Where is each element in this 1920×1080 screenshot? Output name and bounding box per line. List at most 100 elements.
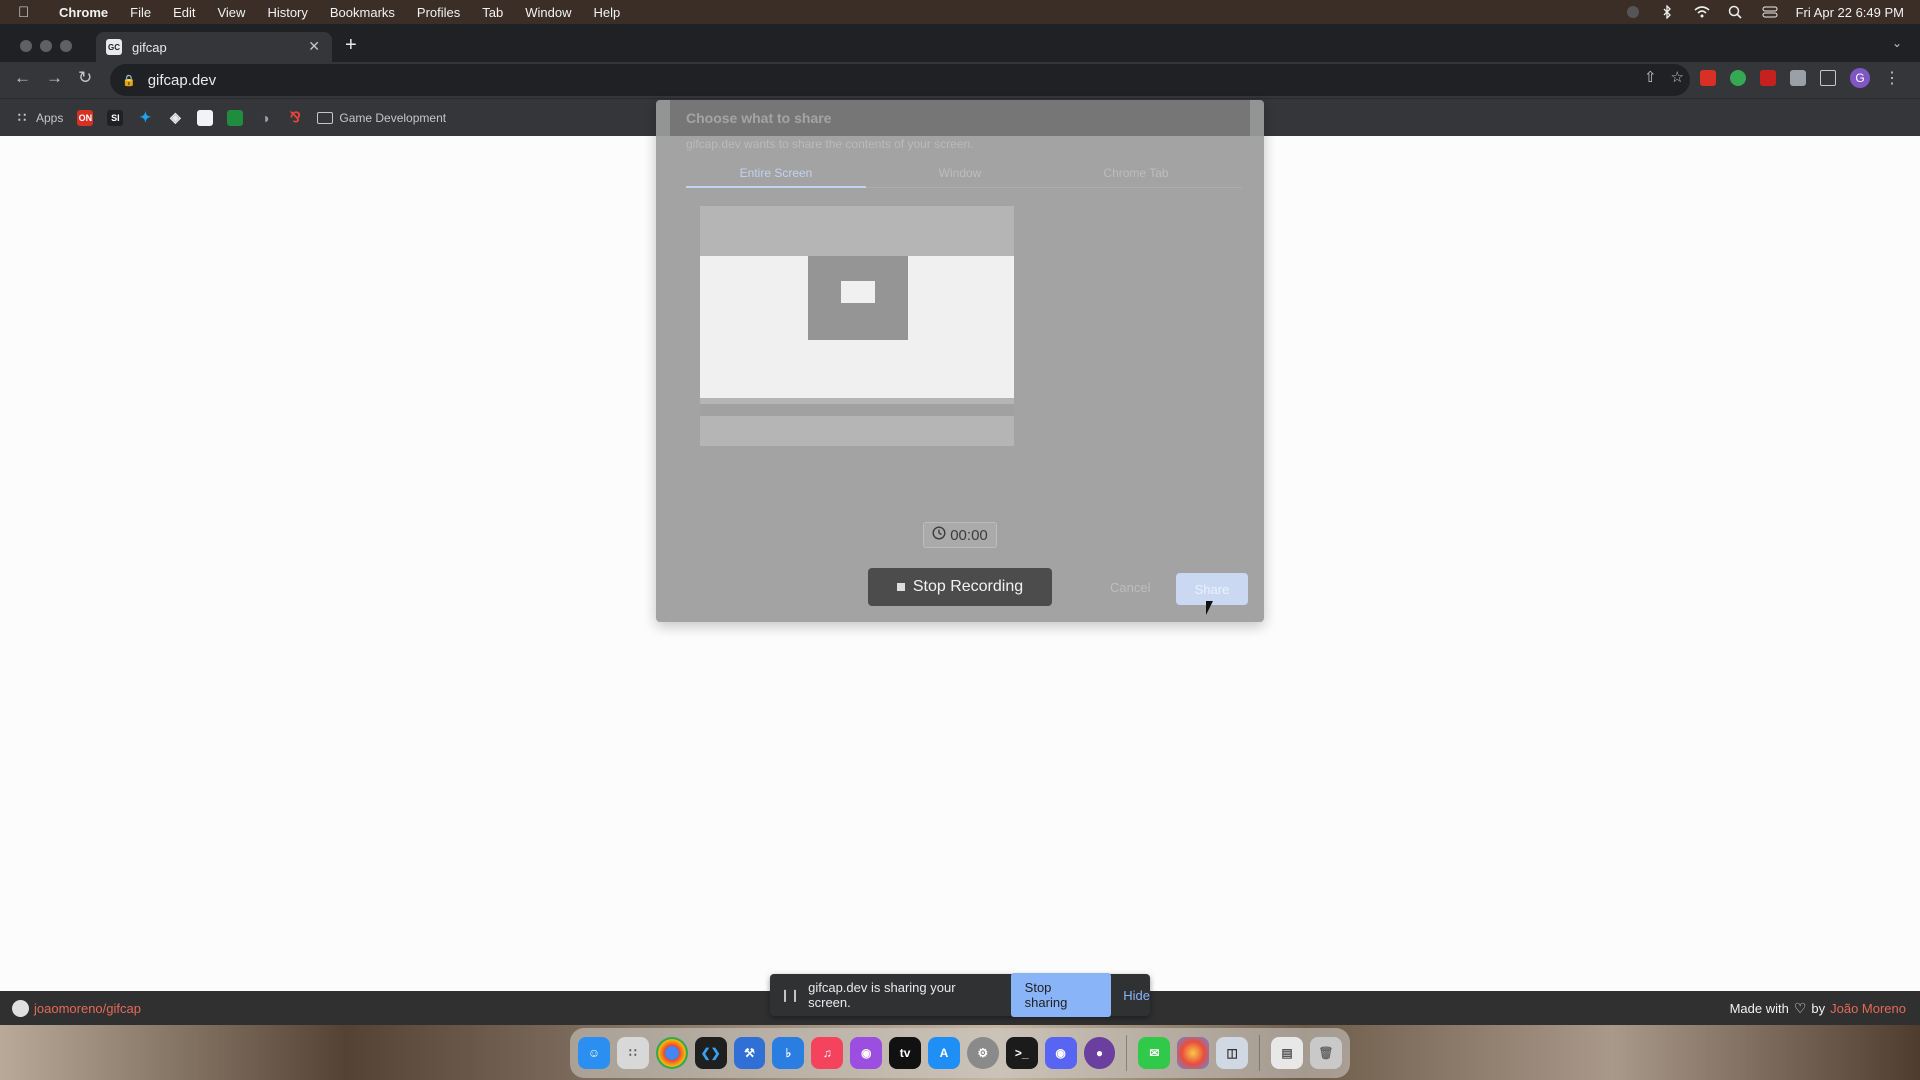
cancel-button[interactable]: Cancel — [1110, 580, 1150, 595]
apps-grid-icon: ∷ — [17, 109, 27, 125]
close-window-button[interactable] — [20, 40, 32, 52]
finder-icon[interactable]: ☺ — [578, 1037, 610, 1069]
bluetooth-icon[interactable] — [1660, 4, 1676, 20]
tab-entire-screen[interactable]: Entire Screen — [686, 160, 866, 188]
discord-icon[interactable]: ◉ — [1044, 1037, 1077, 1069]
clock-icon — [932, 526, 946, 544]
app-store-icon[interactable]: A — [928, 1037, 960, 1069]
apple-icon[interactable]:  — [18, 4, 40, 21]
kebab-menu-icon[interactable]: ⋮ — [1884, 68, 1900, 88]
menu-tab[interactable]: Tab — [471, 5, 514, 20]
bookmark-si-icon[interactable]: SI — [107, 109, 124, 126]
author-link[interactable]: João Moreno — [1830, 1001, 1906, 1016]
preview-icon[interactable]: ◫ — [1216, 1037, 1249, 1069]
share-page-icon[interactable]: ⇧ — [1644, 68, 1657, 86]
menu-app-chrome[interactable]: Chrome — [48, 5, 119, 20]
drag-handle-icon[interactable]: ❙❙ — [780, 988, 800, 1002]
bookmark-white-square-icon[interactable] — [197, 109, 214, 126]
system-preferences-gear-icon[interactable]: ⚙ — [966, 1037, 999, 1069]
github-link[interactable]: joaomoreno/gifcap — [12, 1000, 141, 1017]
by-text: by — [1811, 1001, 1826, 1016]
puzzle-extensions-icon[interactable] — [1790, 70, 1806, 86]
stop-sharing-button[interactable]: Stop sharing — [1010, 973, 1112, 1017]
launchpad-icon[interactable]: ∷ — [616, 1037, 649, 1069]
bookmark-red-script-icon[interactable]: ⅋ — [287, 109, 303, 126]
tab-chrome-tab[interactable]: Chrome Tab — [1046, 166, 1226, 180]
folder-icon — [317, 111, 334, 124]
messages-icon[interactable]: ✉ — [1138, 1037, 1171, 1069]
profile-avatar[interactable]: G — [1850, 68, 1870, 88]
preview-inner-dialog — [841, 281, 875, 303]
mouse-cursor-icon — [1206, 601, 1213, 615]
github-icon — [12, 1000, 29, 1017]
tor-browser-icon[interactable]: ● — [1083, 1037, 1116, 1069]
music-icon[interactable]: ♫ — [811, 1037, 844, 1069]
bookmark-folder-game-development[interactable]: Game Development — [317, 111, 446, 125]
forward-icon[interactable]: → — [46, 68, 63, 88]
menu-edit[interactable]: Edit — [162, 5, 206, 20]
made-with-text: Made with — [1729, 1001, 1789, 1016]
instruments-icon[interactable]: ♭ — [772, 1037, 805, 1069]
tab-search-chevron-icon[interactable]: ⌄ — [1892, 36, 1902, 50]
terminal-icon[interactable]: >_ — [1005, 1037, 1038, 1069]
side-panel-icon[interactable] — [1820, 70, 1836, 86]
green-extension-icon[interactable] — [1730, 70, 1746, 86]
minimize-window-button[interactable] — [40, 40, 52, 52]
trash-icon[interactable]: 🗑 — [1310, 1037, 1342, 1069]
menu-view[interactable]: View — [206, 5, 256, 20]
apple-tv-icon[interactable]: tv — [889, 1037, 922, 1069]
menu-help[interactable]: Help — [583, 5, 632, 20]
menubar-clock[interactable]: Fri Apr 22 6:49 PM — [1796, 5, 1904, 20]
tab-gifcap[interactable]: GC gifcap ✕ — [96, 32, 332, 62]
repo-link-text[interactable]: joaomoreno/gifcap — [34, 1001, 141, 1016]
photos-icon[interactable] — [1177, 1037, 1210, 1069]
youtube-extension-icon[interactable] — [1700, 70, 1716, 86]
vscode-icon[interactable]: ❮❯ — [694, 1037, 727, 1069]
control-center-icon[interactable] — [1762, 5, 1778, 19]
hide-button[interactable]: Hide — [1123, 988, 1150, 1003]
bookmark-crescent-icon[interactable]: ◑ — [257, 110, 273, 126]
menu-profiles[interactable]: Profiles — [406, 5, 471, 20]
chrome-icon[interactable] — [655, 1037, 688, 1069]
twitter-bird-icon[interactable]: ✦ — [137, 109, 153, 126]
stop-recording-label: Stop Recording — [912, 578, 1024, 595]
menu-bookmarks[interactable]: Bookmarks — [319, 5, 406, 20]
tab-window[interactable]: Window — [870, 166, 1050, 180]
back-icon[interactable]: ← — [14, 68, 31, 88]
omnibox-actions: ⇧ ☆ — [1644, 68, 1684, 86]
podcasts-icon[interactable]: ◉ — [850, 1037, 883, 1069]
share-picker-dialog: Choose what to share gifcap.dev wants to… — [656, 100, 1264, 622]
extensions-area: G ⋮ — [1700, 68, 1900, 88]
stop-recording-button[interactable]: Stop Recording — [868, 568, 1052, 606]
dialog-tabs: Entire Screen Window Chrome Tab — [686, 160, 1242, 188]
screen-preview-thumbnail[interactable] — [700, 206, 1014, 446]
menu-window[interactable]: Window — [514, 5, 582, 20]
menu-history[interactable]: History — [256, 5, 318, 20]
address-bar[interactable]: 🔒 gifcap.dev ⇧ ☆ — [110, 64, 1690, 96]
menubar-status-area: Fri Apr 22 6:49 PM — [1626, 0, 1904, 24]
close-tab-icon[interactable]: ✕ — [308, 38, 320, 55]
wifi-icon[interactable] — [1694, 5, 1710, 19]
bookmark-star-icon[interactable]: ☆ — [1671, 68, 1684, 86]
preview-dock-bar — [700, 404, 1014, 416]
xcode-icon[interactable]: ⚒ — [733, 1037, 766, 1069]
bookmark-green-icon[interactable] — [227, 109, 244, 126]
new-tab-icon[interactable]: + — [345, 34, 357, 57]
zoom-window-button[interactable] — [60, 40, 72, 52]
timer-value: 00:00 — [950, 526, 988, 544]
menu-file[interactable]: File — [119, 5, 162, 20]
address-url[interactable]: gifcap.dev — [148, 72, 216, 89]
bookmark-on-icon[interactable]: ON — [77, 109, 94, 126]
dock-separator — [1126, 1035, 1128, 1071]
reload-icon[interactable]: ↻ — [78, 68, 92, 88]
lock-icon[interactable]: 🔒 — [122, 74, 136, 87]
bookmark-apps[interactable]: ∷ Apps — [14, 109, 64, 126]
focus-icon[interactable] — [1626, 5, 1642, 19]
dock-separator-2 — [1259, 1035, 1261, 1071]
dialog-title: Choose what to share — [686, 110, 832, 126]
browser-toolbar: ← → ↻ 🔒 gifcap.dev ⇧ ☆ G ⋮ — [0, 62, 1920, 98]
bookmark-flame-icon[interactable]: ◈ — [167, 109, 183, 126]
documents-folder-icon[interactable]: ▤ — [1271, 1037, 1304, 1069]
spotlight-search-icon[interactable] — [1728, 5, 1744, 19]
ublock-extension-icon[interactable] — [1760, 70, 1776, 86]
